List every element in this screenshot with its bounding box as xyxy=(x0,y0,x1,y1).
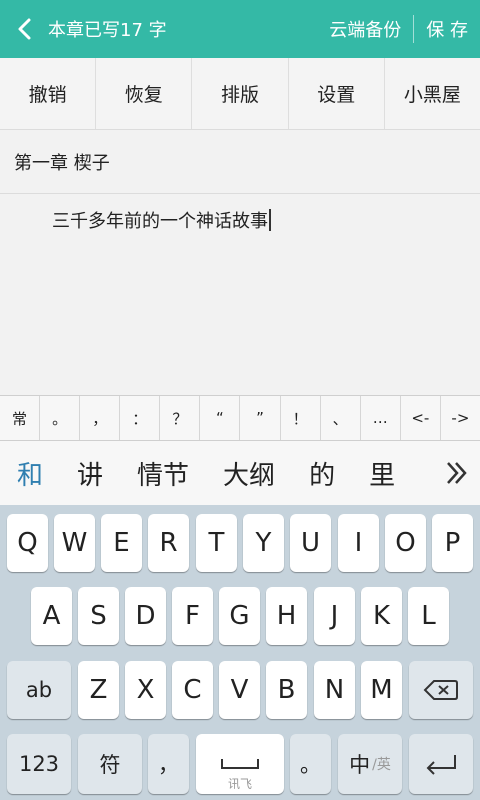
key-b[interactable]: B xyxy=(266,661,307,719)
enter-key[interactable] xyxy=(409,734,473,794)
settings-button[interactable]: 设置 xyxy=(289,58,385,129)
key-l[interactable]: L xyxy=(408,587,449,645)
key-o[interactable]: O xyxy=(385,514,426,572)
symbol-common[interactable]: 常 xyxy=(0,396,41,440)
comma-key[interactable]: ， xyxy=(148,734,189,794)
key-c[interactable]: C xyxy=(172,661,213,719)
redo-button[interactable]: 恢复 xyxy=(96,58,193,129)
key-q[interactable]: Q xyxy=(7,514,48,572)
language-switch-key[interactable]: 中/英 xyxy=(338,734,402,794)
symbol-ellipsis[interactable]: … xyxy=(361,396,401,440)
key-u[interactable]: U xyxy=(290,514,331,572)
number-mode-key[interactable]: 123 xyxy=(7,734,71,794)
key-i[interactable]: I xyxy=(338,514,379,572)
candidate-item[interactable]: 里 xyxy=(352,455,412,492)
symbol-colon[interactable]: ： xyxy=(120,396,161,440)
backspace-icon xyxy=(423,680,458,700)
back-button[interactable] xyxy=(0,0,48,58)
language-switch-label: 中 xyxy=(349,753,371,777)
save-button[interactable]: 保 存 xyxy=(414,0,480,58)
symbol-open-quote[interactable]: “ xyxy=(200,396,241,440)
key-v[interactable]: V xyxy=(219,661,260,719)
symbol-mode-key[interactable]: 符 xyxy=(78,734,142,794)
cursor-right-button[interactable]: -> xyxy=(441,396,480,440)
chevron-left-icon xyxy=(18,18,31,40)
cloud-backup-button[interactable]: 云端备份 xyxy=(317,0,413,58)
symbol-strip: 常 。 ， ： ？ “ ” ！ 、 … <- -> xyxy=(0,395,480,441)
symbol-question[interactable]: ？ xyxy=(160,396,201,440)
key-g[interactable]: G xyxy=(219,587,260,645)
space-key[interactable]: 讯飞 xyxy=(196,734,284,794)
key-n[interactable]: N xyxy=(314,661,355,719)
symbol-pause-comma[interactable]: 、 xyxy=(321,396,361,440)
space-icon xyxy=(221,759,259,769)
candidate-bar: 和 讲 情节 大纲 的 里 xyxy=(0,441,480,505)
key-x[interactable]: X xyxy=(125,661,166,719)
symbol-close-quote[interactable]: ” xyxy=(240,396,281,440)
content-text: 三千多年前的一个神话故事 xyxy=(52,211,268,232)
key-s[interactable]: S xyxy=(78,587,119,645)
candidate-item[interactable]: 大纲 xyxy=(206,455,292,492)
key-e[interactable]: E xyxy=(101,514,142,572)
dark-room-button[interactable]: 小黑屋 xyxy=(385,58,480,129)
candidate-item[interactable]: 讲 xyxy=(60,455,120,492)
key-a[interactable]: A xyxy=(31,587,72,645)
space-brand-hint: 讯飞 xyxy=(227,777,252,791)
content-editor[interactable]: 三千多年前的一个神话故事 xyxy=(0,195,480,395)
text-cursor xyxy=(269,209,271,231)
symbol-exclaim[interactable]: ！ xyxy=(281,396,321,440)
backspace-key[interactable] xyxy=(409,661,473,719)
key-d[interactable]: D xyxy=(125,587,166,645)
symbol-comma[interactable]: ， xyxy=(80,396,121,440)
key-y[interactable]: Y xyxy=(243,514,284,572)
key-t[interactable]: T xyxy=(196,514,237,572)
key-j[interactable]: J xyxy=(314,587,355,645)
soft-keyboard: Q W E R T Y U I O P A S D F G H J K L ab… xyxy=(0,505,480,800)
undo-button[interactable]: 撤销 xyxy=(0,58,97,129)
language-switch-sub: /英 xyxy=(372,757,391,773)
double-chevron-right-icon xyxy=(447,462,467,484)
key-z[interactable]: Z xyxy=(78,661,119,719)
more-candidates-button[interactable] xyxy=(434,441,480,505)
symbol-period[interactable]: 。 xyxy=(40,396,81,440)
key-p[interactable]: P xyxy=(432,514,473,572)
key-h[interactable]: H xyxy=(266,587,307,645)
chapter-title-field[interactable]: 第一章 楔子 xyxy=(0,130,480,194)
chapter-title-text: 第一章 楔子 xyxy=(14,152,110,174)
editor-toolbar: 撤销 恢复 排版 设置 小黑屋 xyxy=(0,58,480,130)
header-bar: 本章已写17 字 云端备份 保 存 xyxy=(0,0,480,58)
shift-ab-key[interactable]: ab xyxy=(7,661,71,719)
candidate-item[interactable]: 的 xyxy=(292,455,352,492)
candidate-item[interactable]: 情节 xyxy=(120,455,206,492)
key-w[interactable]: W xyxy=(54,514,95,572)
candidate-item[interactable]: 和 xyxy=(0,455,60,492)
key-k[interactable]: K xyxy=(361,587,402,645)
key-r[interactable]: R xyxy=(148,514,189,572)
key-m[interactable]: M xyxy=(361,661,402,719)
period-key[interactable]: 。 xyxy=(290,734,331,794)
format-button[interactable]: 排版 xyxy=(192,58,289,129)
key-f[interactable]: F xyxy=(172,587,213,645)
word-count-title: 本章已写17 字 xyxy=(48,20,167,41)
cursor-left-button[interactable]: <- xyxy=(401,396,441,440)
enter-icon xyxy=(426,755,456,775)
